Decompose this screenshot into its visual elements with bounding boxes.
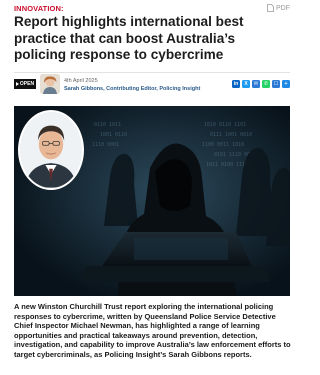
svg-text:0110 1011: 0110 1011	[94, 122, 121, 128]
pdf-label: PDF	[276, 4, 290, 12]
divider	[14, 72, 290, 73]
email-share-icon[interactable]: ✉	[252, 80, 260, 88]
publish-date: 4th April 2025	[64, 78, 98, 84]
pdf-download-link[interactable]: PDF	[267, 4, 290, 12]
pdf-file-icon	[267, 4, 274, 12]
author-avatar-image	[40, 74, 60, 94]
author-portrait-inset	[18, 110, 84, 190]
svg-text:0111 1001 0010: 0111 1001 0010	[210, 132, 252, 138]
svg-text:1100 0011 1010: 1100 0011 1010	[202, 142, 244, 148]
x-share-icon[interactable]: X	[242, 80, 250, 88]
open-badge-label: OPEN	[19, 81, 35, 87]
play-icon	[15, 82, 19, 86]
linkedin-share-icon[interactable]: in	[232, 80, 240, 88]
author-avatar[interactable]	[40, 74, 60, 94]
whatsapp-share-icon[interactable]: ✆	[262, 80, 270, 88]
share-bar: in X ✉ ✆ ☐ +	[232, 80, 290, 88]
category-label[interactable]: INNOVATION:	[14, 4, 64, 13]
portrait-image	[20, 112, 82, 188]
svg-text:1110 0001: 1110 0001	[92, 142, 119, 148]
article-lede: A new Winston Churchill Trust report exp…	[14, 302, 291, 359]
sms-share-icon[interactable]: ☐	[272, 80, 280, 88]
hero-image: 1010 0110 1101 0111 1001 0010 1100 0011 …	[14, 106, 290, 296]
svg-text:1001 0110: 1001 0110	[100, 132, 127, 138]
svg-text:1010 0110 1101: 1010 0110 1101	[204, 122, 246, 128]
open-access-badge: OPEN	[14, 79, 36, 89]
more-share-icon[interactable]: +	[282, 80, 290, 88]
svg-text:1011 0100 1111: 1011 0100 1111	[206, 162, 248, 168]
article-headline: Report highlights international best pra…	[14, 14, 244, 62]
author-byline[interactable]: Sarah Gibbons, Contributing Editor, Poli…	[64, 86, 200, 92]
